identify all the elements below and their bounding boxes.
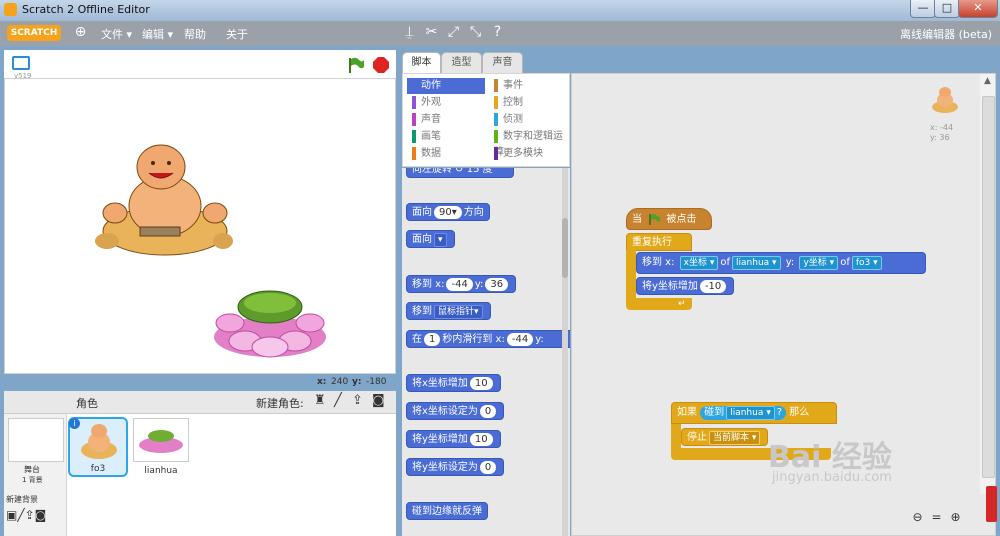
category-motion[interactable]: 动作: [407, 78, 485, 94]
sprite-x-info: x: -44: [930, 123, 954, 132]
upload-sprite-icon[interactable]: ⇪: [352, 393, 363, 408]
sprite-y-info: y: 36: [930, 133, 950, 142]
scroll-up-arrow-icon[interactable]: ▲: [980, 76, 995, 90]
category-sound[interactable]: 声音: [407, 112, 485, 128]
close-window-button[interactable]: ✕: [958, 0, 998, 18]
zoom-in-icon[interactable]: ⊕: [948, 510, 963, 525]
side-badge-icon: [986, 486, 997, 522]
fullscreen-icon[interactable]: [12, 56, 30, 70]
sprite-name-lianhua: lianhua: [144, 466, 178, 476]
go-to-xy-script-block[interactable]: 移到 x: x坐标 ▾ of lianhua ▾ y: y坐标 ▾ of fo3 ▾: [636, 252, 926, 274]
category-control[interactable]: 控制: [489, 95, 567, 111]
sprite-name-fo3: fo3: [90, 464, 106, 474]
point-towards-block[interactable]: 面向 ▾: [406, 230, 455, 248]
tab-sounds[interactable]: 声音: [482, 52, 523, 73]
category-events[interactable]: 事件: [489, 78, 567, 94]
choose-sprite-library-icon[interactable]: ♜: [314, 393, 326, 408]
stage-thumbnail[interactable]: [8, 418, 64, 462]
buddha-sprite-image[interactable]: [95, 141, 235, 259]
category-looks[interactable]: 外观: [407, 95, 485, 111]
paint-new-sprite-icon[interactable]: ╱: [334, 393, 342, 408]
touching-condition[interactable]: 碰到 lianhua ▾?: [700, 406, 787, 420]
block-categories: 动作 事件 外观 控制 声音 侦测 画笔 数字和逻辑运算 数据 更多模块: [402, 73, 570, 167]
menu-about[interactable]: 关于: [226, 26, 248, 42]
point-in-direction-block[interactable]: 面向 90▾ 方向: [406, 203, 490, 221]
new-sprite-label: 新建角色:: [256, 397, 304, 410]
stage-backdrop-count: 1 背景: [22, 476, 43, 484]
script-area[interactable]: x: -44 y: 36 当 被点击 重复执行 ↵ 移到 x: x坐标 ▾ of l…: [571, 73, 997, 536]
when-flag-clicked-block[interactable]: 当 被点击: [626, 208, 712, 230]
zoom-reset-icon[interactable]: =: [929, 510, 944, 525]
category-pen[interactable]: 画笔: [407, 129, 485, 145]
baidu-watermark-url: jingyan.baidu.com: [772, 470, 892, 485]
delete-cut-icon[interactable]: ✂: [423, 24, 440, 41]
stage-label: 舞台: [24, 465, 40, 474]
backdrop-tools-icons[interactable]: ▣╱⇪◙: [6, 508, 46, 522]
lianhua-thumbnail-icon: [139, 430, 183, 453]
palette-scroll-thumb[interactable]: [562, 218, 568, 278]
scratch-logo[interactable]: SCRATCH: [7, 25, 61, 41]
set-x-block[interactable]: 将x坐标设定为 0: [406, 402, 505, 420]
bounce-on-edge-block[interactable]: 碰到边缘就反弹: [406, 502, 488, 520]
window-title: Scratch 2 Offline Editor: [22, 3, 150, 16]
category-sensing[interactable]: 侦测: [489, 112, 567, 128]
category-data[interactable]: 数据: [407, 146, 485, 162]
tab-costumes[interactable]: 造型: [441, 52, 482, 73]
mouse-x-value: 240: [331, 377, 349, 387]
tab-scripts[interactable]: 脚本: [402, 52, 441, 73]
script-scroll-thumb[interactable]: [982, 96, 995, 478]
set-y-block[interactable]: 将y坐标设定为 0: [406, 458, 505, 476]
stop-block[interactable]: 停止 当前脚本 ▾: [681, 428, 769, 446]
change-x-block[interactable]: 将x坐标增加 10: [406, 374, 501, 392]
go-to-xy-block[interactable]: 移到 x: -44 y: 36: [406, 275, 517, 293]
grow-icon[interactable]: ⤢: [445, 24, 462, 41]
lotus-sprite-image[interactable]: [210, 275, 330, 365]
maximize-button[interactable]: □: [934, 0, 960, 18]
forever-block[interactable]: 重复执行: [626, 233, 692, 251]
menu-help[interactable]: 帮助: [184, 26, 206, 42]
block-help-icon[interactable]: ?: [489, 24, 506, 41]
green-flag-icon[interactable]: [347, 56, 365, 74]
category-more-blocks[interactable]: 更多模块: [489, 146, 567, 162]
script-vertical-scrollbar[interactable]: ▲: [980, 74, 995, 494]
app-icon: [4, 3, 17, 16]
menu-edit[interactable]: 编辑 ▾: [142, 26, 173, 42]
forever-block-footer: ↵: [626, 298, 692, 310]
zoom-out-icon[interactable]: ⊖: [910, 510, 925, 525]
go-to-target-block[interactable]: 移到 鼠标指针▾: [406, 302, 491, 320]
window-title-bar: Scratch 2 Offline Editor — □ ✕: [0, 0, 1000, 21]
stage-selector-column: 舞台 1 背景 新建背景 ▣╱⇪◙: [4, 414, 67, 536]
change-y-block[interactable]: 将y坐标增加 10: [406, 430, 501, 448]
minimize-button[interactable]: —: [910, 0, 936, 18]
turn-block[interactable]: 向左旋转 ↺ 15 度: [406, 168, 514, 178]
change-y-script-block[interactable]: 将y坐标增加 -10: [636, 277, 735, 295]
stage-header: v519: [4, 50, 396, 80]
shrink-icon[interactable]: ⤡: [467, 24, 484, 41]
sprites-heading: 角色: [76, 397, 98, 410]
mouse-coordinates: x: 240 y: -180: [317, 377, 387, 387]
new-backdrop-label: 新建背景: [6, 495, 38, 504]
stop-sign-icon[interactable]: [372, 56, 390, 74]
stage-canvas[interactable]: [4, 78, 396, 374]
category-operators[interactable]: 数字和逻辑运算: [489, 129, 571, 158]
language-globe-icon[interactable]: ⊕: [72, 24, 89, 41]
current-sprite-icon: [932, 87, 958, 113]
palette-scrollbar[interactable]: [562, 168, 568, 536]
offline-editor-label: 离线编辑器 (beta): [900, 28, 992, 41]
fo3-thumbnail-icon: [81, 424, 117, 459]
sprite-thumb-lianhua[interactable]: lianhua: [131, 417, 191, 477]
forever-block-arm: [626, 250, 636, 300]
flag-icon: [649, 214, 661, 225]
duplicate-stamp-icon[interactable]: ⍊: [401, 24, 418, 41]
block-palette: 向左旋转 ↺ 15 度 面向 90▾ 方向 面向 ▾ 移到 x: -44 y: 36 移到鼠…: [402, 168, 570, 536]
menu-file[interactable]: 文件 ▾: [101, 26, 132, 42]
menu-bar: SCRATCH ⊕ 文件 ▾ 编辑 ▾ 帮助 关于 ⍊ ✂ ⤢ ⤡ ? 离线编辑…: [0, 21, 1000, 46]
camera-icon[interactable]: ◙: [372, 393, 385, 408]
sprite-panel-header: 角色 新建角色: ♜ ╱ ⇪ ◙: [4, 391, 396, 414]
if-then-block[interactable]: 如果 碰到 lianhua ▾? 那么: [671, 402, 837, 424]
glide-block[interactable]: 在 1 秒内滑行到 x: -44 y:: [406, 330, 570, 348]
mouse-y-value: -180: [366, 377, 387, 387]
sprite-thumb-fo3[interactable]: i fo3: [68, 417, 128, 477]
